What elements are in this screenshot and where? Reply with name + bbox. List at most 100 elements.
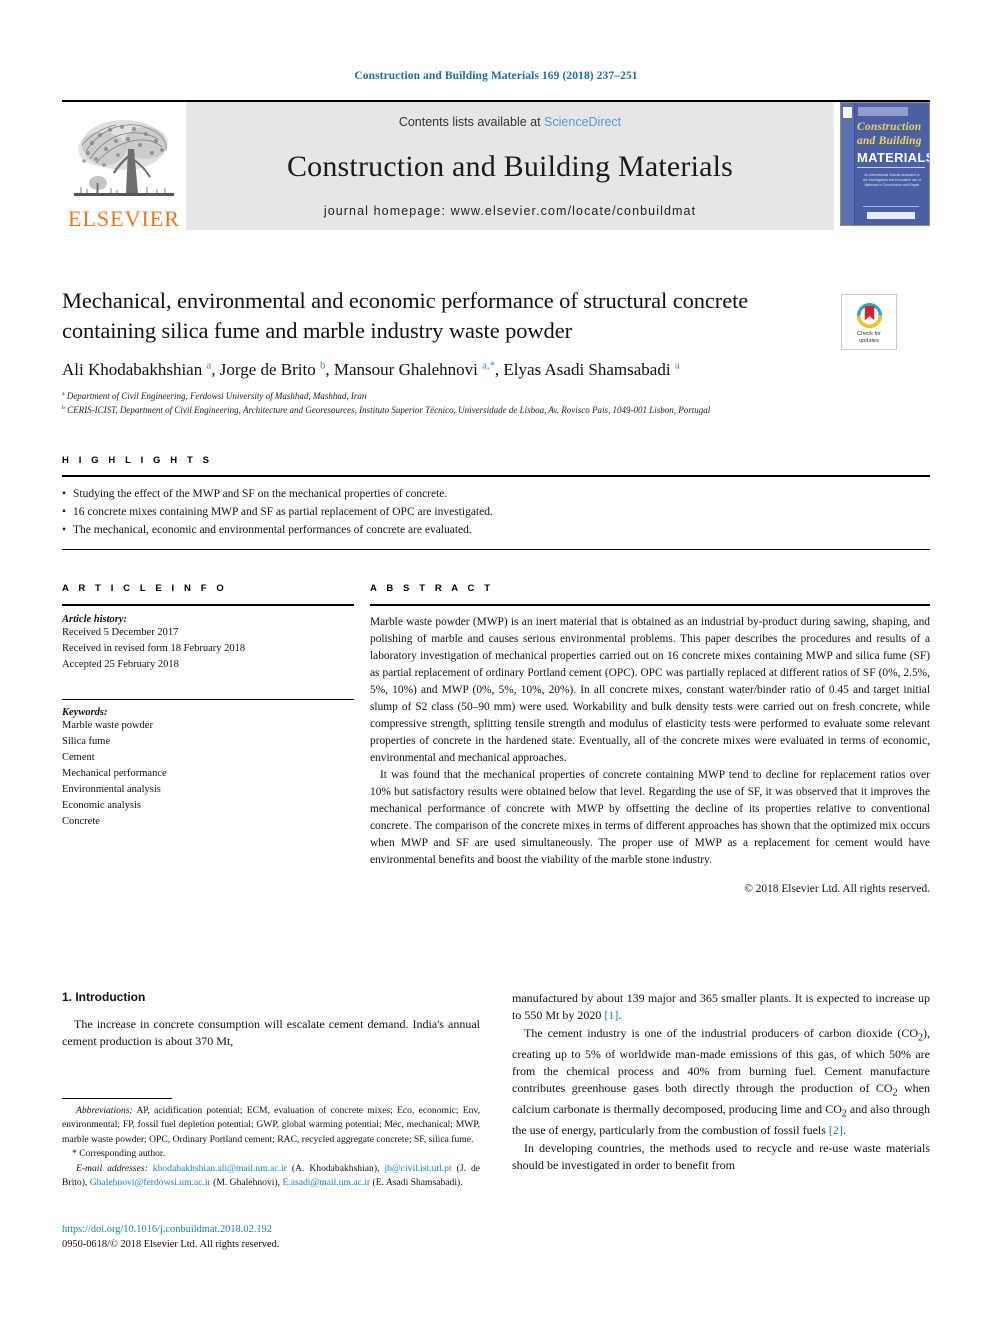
author-affil-mark: a,*	[482, 359, 495, 372]
journal-homepage-link[interactable]: journal homepage: www.elsevier.com/locat…	[324, 204, 696, 218]
highlight-item: • 16 concrete mixes containing MWP and S…	[62, 504, 930, 522]
abstract-heading: A B S T R A C T	[370, 583, 494, 594]
affiliation-b: b CERIS-ICIST, Department of Civil Engin…	[62, 404, 822, 418]
crossmark-icon	[856, 302, 882, 328]
email-owner: (A. Khodabakhshian),	[291, 1162, 380, 1174]
email-addresses-label: E-mail addresses:	[76, 1162, 148, 1174]
highlights-section: H I G H L I G H T S • Studying the effec…	[62, 450, 930, 551]
email-addresses-footnote: E-mail addresses: khodabakhshian.ali@mai…	[62, 1162, 480, 1191]
intro-paragraph-1: The increase in concrete consumption wil…	[62, 1017, 480, 1049]
cover-title-line-3: MATERIALS	[857, 150, 930, 165]
author-affil-mark: a	[674, 359, 680, 372]
cover-publisher-mark	[843, 107, 852, 118]
email-link[interactable]: khodabakhshian.ali@mail.um.ac.ir	[153, 1163, 287, 1174]
abstract-paragraph-1: Marble waste powder (MWP) is an inert ma…	[370, 616, 930, 764]
affiliation-b-text: CERIS-ICIST, Department of Civil Enginee…	[67, 404, 711, 415]
keyword-item: Environmental analysis	[62, 783, 161, 795]
intro-paragraph-1-continued: manufactured by about 139 major and 365 …	[512, 991, 930, 1023]
elsevier-logo: ELSEVIER	[62, 102, 186, 230]
abbreviations-label: Abbreviations:	[76, 1105, 133, 1116]
email-link[interactable]: jb@civil.ist.utl.pt	[384, 1163, 451, 1174]
elsevier-tree-icon	[74, 120, 174, 196]
abstract-copyright: © 2018 Elsevier Ltd. All rights reserved…	[744, 882, 930, 895]
elsevier-wordmark: ELSEVIER	[68, 206, 180, 231]
crossmark-line-1: Check for	[857, 330, 881, 337]
abbreviations-footnote: Abbreviations: AP, acidification potenti…	[62, 1104, 480, 1147]
article-history-block: Article history: Received 5 December 201…	[62, 606, 354, 673]
email-owner: (E. Asadi Shamsabadi).	[372, 1176, 463, 1188]
crossmark-label: Check for updates	[857, 331, 881, 345]
highlight-text: The mechanical, economic and environment…	[73, 523, 472, 536]
keyword-item: Silica fume	[62, 735, 111, 747]
highlight-item: • Studying the effect of the MWP and SF …	[62, 486, 930, 504]
crossmark-line-2: updates	[859, 337, 879, 344]
bullet-icon: •	[62, 488, 67, 500]
author-list: Ali Khodabakhshian a, Jorge de Brito b, …	[62, 359, 680, 380]
article-info-column: A R T I C L E I N F O Article history: R…	[62, 578, 354, 895]
contents-available-line: Contents lists available at ScienceDirec…	[399, 115, 621, 129]
intro-p2-a: The cement industry is one of the indust…	[524, 1025, 918, 1040]
affiliation-mark-a: a	[62, 391, 65, 398]
keywords-block: Keywords: Marble waste powder Silica fum…	[62, 698, 354, 830]
history-revised: Received in revised form 18 February 201…	[62, 642, 246, 654]
keyword-item: Marble waste powder	[62, 719, 153, 731]
abstract-paragraph-2: It was found that the mechanical propert…	[370, 768, 930, 866]
contents-prefix: Contents lists available at	[398, 115, 545, 129]
intro-paragraph-3: In developing countries, the methods use…	[512, 1140, 930, 1173]
highlight-text: 16 concrete mixes containing MWP and SF …	[73, 505, 493, 518]
highlight-item: • The mechanical, economic and environme…	[62, 522, 930, 540]
affiliation-a-text: Department of Civil Engineering, Ferdows…	[66, 391, 367, 402]
author-affil-mark: b	[320, 359, 326, 372]
keyword-item: Economic analysis	[62, 799, 142, 811]
affiliation-mark-b: b	[62, 404, 65, 411]
title-block: Mechanical, environmental and economic p…	[62, 286, 822, 417]
paper-title: Mechanical, environmental and economic p…	[62, 288, 749, 343]
cover-top-bar	[858, 107, 908, 116]
keyword-item: Concrete	[62, 815, 100, 827]
cover-title-line-2: and Building	[857, 135, 922, 147]
article-info-heading-row: A R T I C L E I N F O	[62, 578, 354, 604]
bullet-icon: •	[62, 523, 67, 536]
crossmark-badge[interactable]: Check for updates	[841, 294, 897, 350]
abstract-heading-row: A B S T R A C T	[370, 578, 930, 604]
email-link[interactable]: Ghalehnovi@ferdowsi.um.ac.ir	[90, 1177, 211, 1188]
email-owner: (M. Ghalehnovi),	[213, 1176, 281, 1188]
corresponding-author-note: * Corresponding author.	[72, 1148, 165, 1160]
page-footer: https://doi.org/10.1016/j.conbuildmat.20…	[62, 1222, 480, 1252]
history-received: Received 5 December 2017	[62, 627, 179, 638]
cover-spine	[841, 103, 855, 225]
cover-footer-logo	[867, 212, 915, 219]
highlight-text: Studying the effect of the MWP and SF on…	[73, 488, 448, 500]
keyword-item: Mechanical performance	[62, 767, 167, 779]
footnote-block: Abbreviations: AP, acidification potenti…	[62, 1098, 480, 1190]
cover-title-line-1: Construction	[857, 121, 922, 133]
highlights-heading-row: H I G H L I G H T S	[62, 450, 930, 475]
citation-ref-2[interactable]: [2]	[829, 1123, 843, 1137]
affiliation-a: a Department of Civil Engineering, Ferdo…	[62, 390, 822, 404]
intro-cont-text: manufactured by about 139 major and 365 …	[512, 991, 930, 1023]
journal-title: Construction and Building Materials	[286, 149, 734, 183]
abstract-column: A B S T R A C T Marble waste powder (MWP…	[354, 578, 930, 895]
article-info-heading: A R T I C L E I N F O	[62, 583, 228, 594]
cover-blurb: An International Journal dedicated to th…	[863, 173, 921, 187]
email-link[interactable]: E.asadi@mail.um.ac.ir	[282, 1177, 370, 1188]
highlights-heading: H I G H L I G H T S	[62, 455, 213, 466]
cover-divider	[857, 167, 925, 168]
body-right-column: manufactured by about 139 major and 365 …	[512, 990, 930, 1174]
keyword-item: Cement	[62, 751, 95, 763]
journal-cover-thumbnail: Construction and Building MATERIALS An I…	[834, 102, 930, 230]
intro-paragraph-2: The cement industry is one of the indust…	[512, 1025, 930, 1138]
citation-ref-1[interactable]: [1]	[604, 1008, 618, 1022]
history-accepted: Accepted 25 February 2018	[62, 658, 179, 670]
keywords-label: Keywords:	[62, 706, 108, 718]
article-info-abstract-section: A R T I C L E I N F O Article history: R…	[62, 578, 930, 895]
doi-link[interactable]: https://doi.org/10.1016/j.conbuildmat.20…	[62, 1222, 480, 1237]
article-history-label: Article history:	[62, 614, 128, 625]
affiliation-list: a Department of Civil Engineering, Ferdo…	[62, 390, 822, 417]
masthead-center-panel: Contents lists available at ScienceDirec…	[186, 102, 834, 230]
highlights-list: • Studying the effect of the MWP and SF …	[62, 475, 930, 551]
sciencedirect-link[interactable]: ScienceDirect	[544, 115, 621, 129]
author-affil-mark: a	[206, 359, 212, 372]
journal-article-page: Construction and Building Materials 169 …	[0, 0, 992, 1323]
issn-copyright: 0950-0618/© 2018 Elsevier Ltd. All right…	[62, 1239, 280, 1251]
